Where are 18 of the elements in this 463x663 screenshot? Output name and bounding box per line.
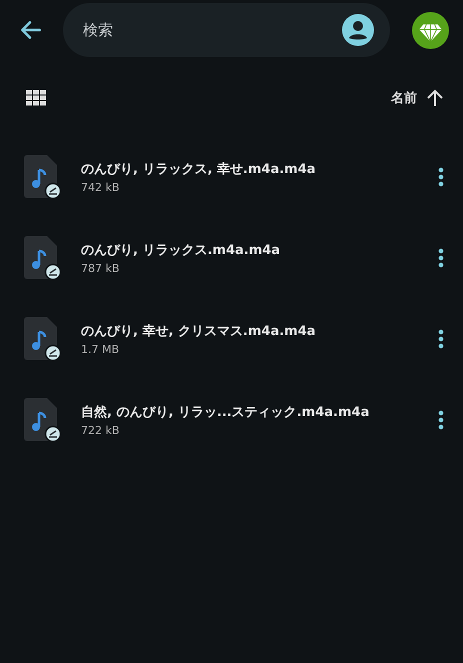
file-size: 742 kB	[81, 180, 120, 194]
search-input[interactable]: 検索	[81, 20, 342, 40]
file-row[interactable]: のんびり, リラックス, 幸せ.m4a.m4a 742 kB	[0, 136, 463, 217]
file-row[interactable]: 自然, のんびり, リラッ...スティック.m4a.m4a 722 kB	[0, 379, 463, 460]
file-size: 722 kB	[81, 424, 120, 436]
account-icon[interactable]	[342, 14, 374, 46]
sort-button[interactable]: 名前	[387, 84, 449, 112]
arrow-up-icon	[425, 88, 445, 108]
grid-view-icon[interactable]	[26, 90, 46, 106]
file-name: 自然, のんびり, リラッ...スティック.m4a.m4a	[81, 404, 370, 420]
search-field[interactable]: 検索	[63, 3, 390, 57]
file-size: 1.7 MB	[81, 342, 120, 356]
file-row[interactable]: のんびり, リラックス.m4a.m4a 787 kB	[0, 217, 463, 298]
file-size: 787 kB	[81, 262, 120, 274]
file-name: のんびり, リラックス, 幸せ.m4a.m4a	[81, 160, 317, 178]
file-name: のんびり, 幸せ, クリスマス.m4a.m4a	[81, 322, 317, 340]
file-name: のんびり, リラックス.m4a.m4a	[81, 242, 282, 258]
file-row[interactable]: のんびり, 幸せ, クリスマス.m4a.m4a 1.7 MB	[0, 298, 463, 379]
